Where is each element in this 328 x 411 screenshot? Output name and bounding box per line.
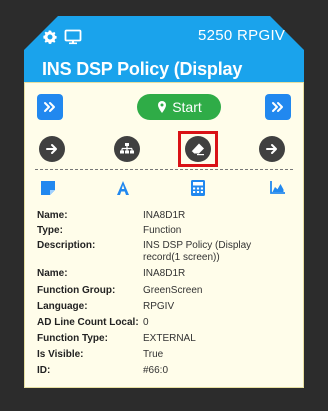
metadata-label: Name: <box>37 210 68 221</box>
highlighted-eraser-outline <box>178 131 218 167</box>
metadata-label: Language: <box>37 301 88 312</box>
start-button[interactable]: Start <box>137 94 221 120</box>
metadata-row: Name: INA8D1R <box>37 268 295 280</box>
header-summary: 5250 RPGIV <box>198 27 285 44</box>
font-icon <box>117 181 129 195</box>
metadata-value: EXTERNAL <box>143 333 196 344</box>
monitor-icon[interactable] <box>64 29 82 45</box>
details-panel: Start Name: INA8D1R Type: Function Descr… <box>24 82 304 388</box>
metadata-value: GreenScreen <box>143 285 203 296</box>
metadata-label: Is Visible: <box>37 349 84 360</box>
metadata-label: Type: <box>37 225 63 236</box>
metadata-row: Function Group: GreenScreen <box>37 285 295 297</box>
header-icons <box>42 27 82 47</box>
double-chevron-right-icon <box>44 102 55 112</box>
arrow-right-icon <box>266 144 277 154</box>
sitemap-icon <box>120 143 134 154</box>
metadata-value: Function <box>143 225 182 236</box>
metadata-row: Language: RPGIV <box>37 301 295 313</box>
metadata-row: AD Line Count Local: 0 <box>37 317 295 329</box>
metadata-value: True <box>143 349 164 360</box>
note-tab[interactable] <box>39 179 59 199</box>
metadata-value: INA8D1R <box>143 268 186 279</box>
card-title: INS DSP Policy (Display <box>42 59 243 79</box>
divider-line <box>35 169 293 170</box>
metadata-label: Function Type: <box>37 333 108 344</box>
expand-right-button[interactable] <box>265 94 291 120</box>
metadata-label: Function Group: <box>37 285 116 296</box>
expand-left-button[interactable] <box>37 94 63 120</box>
metadata-value: 0 <box>143 317 149 328</box>
program-language: RPGIV <box>237 27 286 44</box>
metadata-value: INS DSP Policy (Display record(1 screen)… <box>143 240 252 263</box>
gear-icon[interactable] <box>42 29 58 45</box>
map-pin-icon <box>158 101 167 113</box>
metadata-label: Name: <box>37 268 68 279</box>
metadata-row: Is Visible: True <box>37 349 295 361</box>
metadata-row: Name: INA8D1R <box>37 210 295 222</box>
metadata-row: Description: INS DSP Policy (Display reco… <box>37 240 295 264</box>
metadata-row: Type: Function <box>37 225 295 237</box>
line-count: 5250 <box>198 27 233 44</box>
forward-right-button[interactable] <box>259 136 285 162</box>
forward-left-button[interactable] <box>39 136 65 162</box>
double-chevron-right-icon <box>272 102 283 112</box>
start-label: Start <box>172 99 202 115</box>
text-tab[interactable] <box>114 179 134 199</box>
metadata-label: AD Line Count Local: <box>37 317 139 328</box>
area-chart-icon <box>270 181 285 194</box>
calculator-icon <box>191 180 205 196</box>
note-icon <box>41 181 55 195</box>
metadata-label: Description: <box>37 240 96 251</box>
metadata-value: #66:0 <box>143 365 169 376</box>
calculator-tab[interactable] <box>190 179 210 199</box>
metadata-value: INA8D1R <box>143 210 186 221</box>
metadata-label: ID: <box>37 365 51 376</box>
chart-tab[interactable] <box>269 179 289 199</box>
metadata-row: Function Type: EXTERNAL <box>37 333 295 345</box>
arrow-right-icon <box>46 144 57 154</box>
metadata-row: ID: #66:0 <box>37 365 295 377</box>
hierarchy-button[interactable] <box>114 136 140 162</box>
metadata-value: RPGIV <box>143 301 175 312</box>
